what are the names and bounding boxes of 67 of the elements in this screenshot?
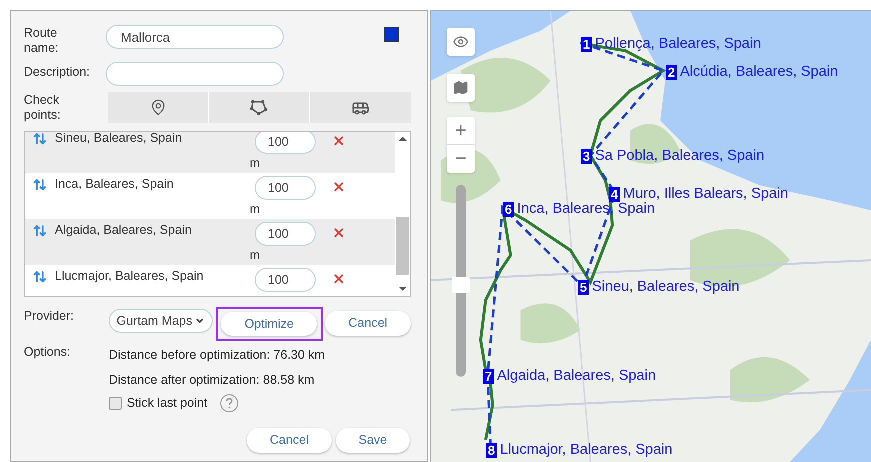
field-label: Description: — [24, 64, 91, 81]
map-layers-button[interactable] — [447, 74, 475, 102]
marker-label: Llucmajor, Baleares, Spain — [500, 442, 673, 459]
zoom-out-button[interactable]: − — [447, 145, 475, 173]
marker-number[interactable]: 4 — [609, 187, 620, 202]
checkbox-label: Stick last point — [127, 394, 208, 412]
description-field[interactable] — [106, 62, 284, 86]
marker-number[interactable]: 8 — [486, 443, 498, 458]
field-label: Provider: — [24, 308, 76, 325]
marker-label: Sineu, Baleares, Spain — [592, 279, 740, 296]
marker-label: Alcúdia, Baleares, Spain — [680, 64, 838, 81]
visibility-button[interactable] — [447, 28, 475, 56]
marker-label: Muro, Illes Balears, Spain — [623, 186, 788, 202]
cancel-button[interactable]: Cancel — [325, 311, 412, 336]
checkpoint-row[interactable]: Sineu, Baleares, Spain 100 m — [25, 132, 395, 173]
marker-number[interactable]: 5 — [578, 280, 590, 295]
field-label: Check points: — [24, 92, 62, 123]
checkpoint-name: Algaida, Baleares, Spain — [55, 222, 193, 239]
radius-field[interactable]: 100 — [255, 268, 316, 292]
radius-field[interactable]: 100 — [255, 222, 316, 246]
unit-label: m — [250, 202, 260, 216]
unit-label: m — [250, 156, 260, 170]
map-icon — [453, 80, 469, 96]
marker-number[interactable]: 7 — [483, 369, 494, 384]
checkpoint-name: Sineu, Baleares, Spain — [55, 132, 184, 147]
cancel-button[interactable]: Cancel — [247, 428, 332, 452]
reorder-icon[interactable] — [33, 132, 47, 146]
marker-label: Sa Pobla, Baleares, Spain — [595, 148, 765, 165]
polygon-icon[interactable] — [209, 92, 309, 123]
marker-number[interactable]: 1 — [581, 37, 592, 52]
delete-icon[interactable] — [332, 134, 346, 148]
optimize-button[interactable]: Optimize — [216, 307, 324, 341]
reorder-icon[interactable] — [33, 270, 47, 284]
zoom-slider-thumb[interactable] — [452, 276, 470, 293]
distance-after-text: Distance after optimization: 88.58 km — [109, 372, 316, 389]
bus-icon[interactable] — [310, 92, 411, 123]
distance-before-text: Distance before optimization: 76.30 km — [109, 347, 326, 364]
checkpoint-name: Inca, Baleares, Spain — [55, 176, 175, 193]
marker-number[interactable]: 6 — [503, 202, 514, 217]
checkpoint-name: Llucmajor, Baleares, Spain — [55, 268, 205, 285]
unit-label: m — [250, 248, 260, 262]
reorder-icon[interactable] — [33, 224, 47, 238]
help-icon[interactable] — [220, 394, 239, 412]
marker-label: Algaida, Baleares, Spain — [497, 368, 656, 385]
delete-icon[interactable] — [332, 226, 346, 240]
route-name-field[interactable]: Mallorca — [106, 25, 284, 49]
marker-label: Pollença, Baleares, Spain — [595, 36, 762, 53]
marker-number[interactable]: 2 — [666, 65, 678, 80]
delete-icon[interactable] — [332, 272, 346, 286]
provider-dropdown[interactable]: Gurtam Maps — [108, 309, 212, 333]
radius-field[interactable]: 100 — [255, 132, 316, 154]
scroll-up-icon[interactable] — [398, 137, 406, 141]
scrollbar-thumb[interactable] — [396, 217, 409, 275]
reorder-icon[interactable] — [33, 178, 47, 192]
field-label: Options: — [24, 344, 72, 361]
delete-icon[interactable] — [332, 180, 346, 194]
save-button[interactable]: Save — [336, 428, 410, 452]
zoom-in-button[interactable]: + — [447, 117, 475, 145]
eye-icon — [453, 34, 469, 50]
color-swatch[interactable] — [384, 27, 399, 42]
checkpoint-row[interactable]: Algaida, Baleares, Spain 100 m — [25, 219, 395, 265]
caret-icon — [194, 316, 204, 326]
scroll-down-icon[interactable] — [398, 287, 406, 291]
radius-field[interactable]: 100 — [255, 176, 316, 200]
marker-number[interactable]: 3 — [581, 149, 592, 164]
field-label: Route name: — [24, 25, 60, 56]
stick-last-point-checkbox[interactable] — [109, 396, 122, 410]
